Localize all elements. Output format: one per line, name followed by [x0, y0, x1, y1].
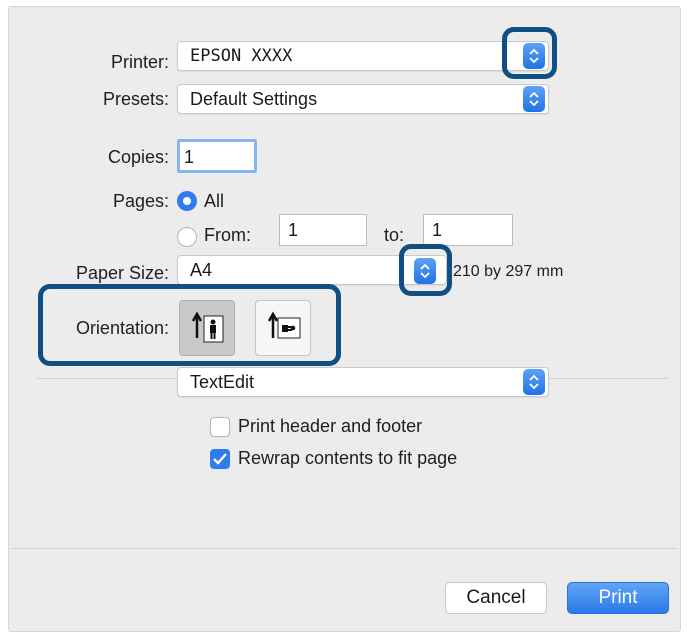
paper-size-label: Paper Size: [75, 263, 169, 283]
portrait-orientation-icon [191, 311, 224, 343]
orientation-label: Orientation: [75, 318, 169, 338]
paper-size-callout [399, 244, 452, 296]
printer-label: Printer: [110, 52, 169, 72]
footer-divider [12, 548, 677, 549]
pages-from-field[interactable]: 1 [279, 214, 367, 246]
rewrap-contents-label: Rewrap contents to fit page [238, 448, 458, 468]
pages-to-label: to: [384, 225, 405, 245]
pages-label: Pages: [112, 191, 169, 211]
pages-from-label: From: [204, 225, 251, 245]
printer-popup[interactable]: EPSON XXXX [177, 41, 549, 71]
rewrap-contents-checkbox[interactable] [210, 449, 230, 469]
pages-to-field[interactable]: 1 [423, 214, 513, 246]
printer-callout [502, 27, 557, 79]
presets-stepper[interactable] [523, 86, 545, 112]
app-section-value: TextEdit [190, 372, 255, 392]
print-header-footer-label: Print header and footer [238, 416, 423, 436]
pages-from-value: 1 [288, 220, 299, 240]
pages-from-radio[interactable] [177, 227, 197, 247]
copies-field[interactable]: 1 [177, 139, 257, 173]
up-down-chevron-icon [529, 374, 539, 390]
paper-size-value: A4 [190, 260, 213, 280]
checkmark-icon [213, 453, 227, 465]
print-dialog: Printer: EPSON XXXX Presets: Default Set… [8, 6, 681, 632]
printer-value: EPSON XXXX [190, 46, 293, 66]
copies-value: 1 [184, 147, 195, 167]
portrait-button[interactable] [179, 300, 235, 356]
landscape-button[interactable] [255, 300, 311, 356]
app-section-popup[interactable]: TextEdit [177, 367, 549, 397]
presets-value: Default Settings [190, 89, 318, 109]
pages-all-label: All [204, 191, 225, 211]
presets-popup[interactable]: Default Settings [177, 84, 549, 114]
up-down-chevron-icon [529, 91, 539, 107]
landscape-orientation-icon [267, 311, 301, 339]
paper-size-dimensions: 210 by 297 mm [453, 263, 564, 280]
print-button[interactable]: Print [567, 582, 669, 614]
pages-to-value: 1 [432, 220, 443, 240]
copies-label: Copies: [107, 147, 169, 167]
app-section-stepper[interactable] [523, 369, 545, 395]
presets-label: Presets: [102, 89, 169, 109]
print-header-footer-checkbox[interactable] [210, 417, 230, 437]
pages-all-radio[interactable] [177, 191, 197, 211]
cancel-button[interactable]: Cancel [445, 582, 547, 614]
